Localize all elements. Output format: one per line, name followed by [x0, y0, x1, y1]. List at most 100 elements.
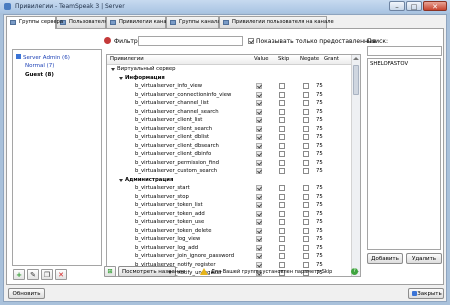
grant-value[interactable]: 75: [316, 134, 323, 140]
value-checkbox[interactable]: [256, 244, 262, 251]
list-item[interactable]: Guest (8): [25, 72, 54, 78]
skip-checkbox[interactable]: [279, 236, 285, 242]
minimize-button[interactable]: –: [389, 1, 405, 11]
column-header-skip[interactable]: Skip: [278, 56, 289, 62]
value-checkbox[interactable]: [256, 261, 262, 268]
grant-value[interactable]: 75: [316, 160, 323, 166]
search-input[interactable]: [367, 46, 442, 56]
skip-checkbox[interactable]: [279, 134, 285, 140]
value-checkbox[interactable]: [256, 253, 262, 259]
tree-group-row[interactable]: Информация: [107, 74, 352, 82]
list-item[interactable]: Server Admin (6): [16, 54, 70, 61]
negate-checkbox[interactable]: [303, 227, 309, 234]
value-checkbox[interactable]: [256, 168, 262, 174]
tree-perm-row[interactable]: b_virtualserver_token_use 75: [107, 218, 352, 226]
negate-checkbox[interactable]: [303, 261, 309, 268]
grant-value[interactable]: 75: [316, 194, 323, 200]
filter-input[interactable]: [138, 36, 243, 46]
tree-perm-row[interactable]: b_virtualserver_client_dbinfo 75: [107, 150, 352, 158]
value-checkbox[interactable]: [256, 125, 262, 132]
tree-perm-row[interactable]: b_virtualserver_join_ignore_password 75: [107, 252, 352, 260]
tree-perm-row[interactable]: b_virtualserver_token_list 75: [107, 201, 352, 209]
add-user-button[interactable]: Добавить: [367, 253, 403, 264]
value-checkbox[interactable]: [256, 219, 262, 225]
list-item[interactable]: SHELOFASTOV: [370, 61, 408, 67]
value-checkbox[interactable]: [256, 202, 262, 208]
rename-group-button[interactable]: ✎: [27, 269, 39, 280]
help-icon[interactable]: ?: [351, 268, 358, 275]
permission-tree[interactable]: Привилегии Value Skip Negate Grant Вирту…: [106, 54, 361, 277]
skip-checkbox[interactable]: [279, 151, 285, 157]
grant-value[interactable]: 75: [316, 262, 323, 268]
skip-checkbox[interactable]: [279, 210, 285, 217]
grant-value[interactable]: 75: [316, 126, 323, 132]
negate-checkbox[interactable]: [303, 125, 309, 132]
negate-checkbox[interactable]: [303, 91, 309, 98]
tab-channel-client-perms[interactable]: Привилегии пользователя на канале: [219, 16, 334, 28]
value-checkbox[interactable]: [256, 210, 262, 217]
skip-checkbox[interactable]: [279, 193, 285, 200]
expand-icon[interactable]: [111, 68, 115, 71]
value-checkbox[interactable]: [256, 227, 262, 234]
grant-value[interactable]: 75: [316, 245, 323, 251]
expand-all-button[interactable]: ⊞: [104, 266, 116, 277]
tab-clients[interactable]: Пользователя: [56, 16, 107, 28]
value-checkbox[interactable]: [256, 83, 262, 89]
tree-perm-row[interactable]: b_virtualserver_token_add 75: [107, 210, 352, 218]
grant-value[interactable]: 75: [316, 202, 323, 208]
value-checkbox[interactable]: [256, 91, 262, 98]
close-button[interactable]: Закрыть: [408, 288, 444, 299]
skip-checkbox[interactable]: [279, 91, 285, 98]
expand-icon[interactable]: [119, 178, 123, 182]
skip-checkbox[interactable]: [279, 202, 285, 208]
value-checkbox[interactable]: [256, 185, 262, 191]
tree-perm-row[interactable]: b_virtualserver_log_add 75: [107, 244, 352, 252]
grant-value[interactable]: 75: [316, 100, 323, 106]
tree-perm-row[interactable]: b_virtualserver_stop 75: [107, 193, 352, 201]
tree-perm-row[interactable]: b_virtualserver_connectioninfo_view 75: [107, 91, 352, 99]
grant-value[interactable]: 75: [316, 219, 323, 225]
user-list[interactable]: SHELOFASTOV: [367, 58, 441, 250]
scrollbar[interactable]: [351, 55, 360, 276]
negate-checkbox[interactable]: [303, 244, 309, 251]
grant-value[interactable]: 75: [316, 92, 323, 98]
tab-channel-perms[interactable]: Привилегии канала: [106, 16, 173, 28]
grant-value[interactable]: 75: [316, 83, 323, 89]
grant-value[interactable]: 75: [316, 109, 323, 115]
skip-checkbox[interactable]: [279, 244, 285, 251]
grant-value[interactable]: 75: [316, 151, 323, 157]
skip-checkbox[interactable]: [279, 185, 285, 191]
negate-checkbox[interactable]: [303, 159, 309, 166]
server-group-list[interactable]: Server Admin (6) Normal (7) Guest (8): [12, 49, 102, 266]
value-checkbox[interactable]: [256, 159, 262, 166]
value-checkbox[interactable]: [256, 134, 262, 140]
remove-user-button[interactable]: Удалить: [406, 253, 442, 264]
negate-checkbox[interactable]: [303, 193, 309, 200]
view-mode-dropdown[interactable]: Посмотреть название: [118, 266, 185, 277]
skip-checkbox[interactable]: [279, 219, 285, 225]
close-window-button[interactable]: ✕: [423, 1, 447, 11]
tree-perm-row[interactable]: b_virtualserver_client_dblist 75: [107, 133, 352, 141]
negate-checkbox[interactable]: [303, 168, 309, 174]
negate-checkbox[interactable]: [303, 83, 309, 89]
value-checkbox[interactable]: [256, 108, 262, 115]
negate-checkbox[interactable]: [303, 100, 309, 106]
only-granted-checkbox[interactable]: [248, 38, 254, 44]
list-item[interactable]: Normal (7): [25, 63, 54, 69]
value-checkbox[interactable]: [256, 142, 262, 149]
copy-group-button[interactable]: ❐: [41, 269, 53, 280]
grant-value[interactable]: 75: [316, 236, 323, 242]
scroll-up-icon[interactable]: [353, 57, 359, 60]
skip-checkbox[interactable]: [279, 227, 285, 234]
negate-checkbox[interactable]: [303, 219, 309, 225]
negate-checkbox[interactable]: [303, 210, 309, 217]
tree-perm-row[interactable]: b_virtualserver_info_view 75: [107, 82, 352, 90]
tree-group-row[interactable]: Администрация: [107, 176, 352, 184]
grant-value[interactable]: 75: [316, 168, 323, 174]
negate-checkbox[interactable]: [303, 108, 309, 115]
negate-checkbox[interactable]: [303, 202, 309, 208]
negate-checkbox[interactable]: [303, 253, 309, 259]
skip-checkbox[interactable]: [279, 253, 285, 259]
value-checkbox[interactable]: [256, 151, 262, 157]
skip-checkbox[interactable]: [279, 159, 285, 166]
